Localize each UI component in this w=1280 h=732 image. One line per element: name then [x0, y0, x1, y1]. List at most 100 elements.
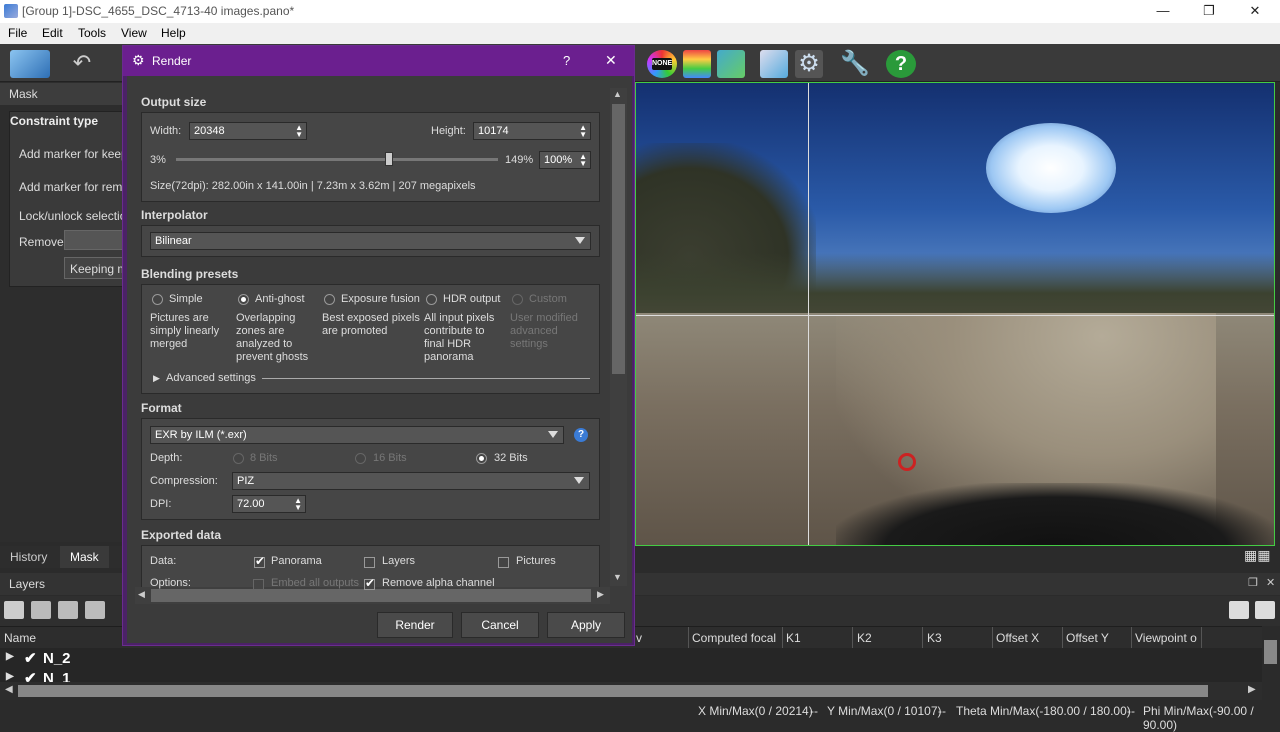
scroll-right-icon[interactable]: ▶: [1248, 684, 1256, 695]
col-name[interactable]: Name: [4, 631, 36, 645]
wrench-icon[interactable]: 🔧: [840, 50, 870, 78]
expand-arrow-icon[interactable]: ▶: [6, 671, 14, 682]
layers-hscroll[interactable]: ◀ ▶: [0, 682, 1262, 700]
vscroll-thumb[interactable]: [1264, 640, 1277, 664]
col-offset-y[interactable]: Offset Y: [1066, 631, 1109, 645]
tab-mask[interactable]: Mask: [60, 546, 109, 568]
height-input[interactable]: 10174 ▲ ▼: [473, 122, 591, 140]
gear-icon[interactable]: ⚙: [795, 50, 823, 78]
panorama-checkbox[interactable]: [254, 554, 265, 568]
col-viewpoint[interactable]: Viewpoint o: [1135, 631, 1197, 645]
keeping-markers-button[interactable]: Keeping markers: [64, 257, 130, 279]
info-icon[interactable]: ?: [574, 428, 588, 442]
hscroll-thumb[interactable]: [151, 589, 591, 602]
radio-anti-ghost[interactable]: [238, 294, 249, 305]
vscroll-thumb[interactable]: [612, 104, 625, 374]
remove-layer-icon[interactable]: [31, 601, 51, 619]
menu-view[interactable]: View: [121, 26, 147, 40]
advanced-settings-toggle[interactable]: Advanced settings: [166, 372, 256, 384]
close-panel-icon[interactable]: ✕: [1266, 576, 1275, 589]
anti-ghost-label[interactable]: Anti-ghost: [255, 293, 305, 305]
dialog-help-button[interactable]: ?: [563, 53, 570, 68]
exposure-icon[interactable]: [683, 50, 711, 78]
radio-32-bits[interactable]: [476, 453, 487, 464]
col-v[interactable]: v: [636, 631, 642, 645]
menu-file[interactable]: File: [8, 26, 27, 40]
dpi-input[interactable]: 72.00 ▲ ▼: [232, 495, 306, 513]
size-slider-track[interactable]: [176, 152, 498, 166]
width-input[interactable]: 20348 ▲ ▼: [189, 122, 307, 140]
radio-hdr-output[interactable]: [426, 294, 437, 305]
expand-arrow-icon[interactable]: ▶: [153, 373, 160, 384]
panorama-viewer[interactable]: [635, 82, 1275, 546]
col-k3[interactable]: K3: [927, 631, 942, 645]
project-icon[interactable]: [10, 50, 50, 78]
close-window-button[interactable]: ✕: [1232, 0, 1278, 23]
spin-arrows-icon[interactable]: ▲ ▼: [579, 124, 587, 139]
scroll-down-icon[interactable]: ▼: [613, 572, 622, 582]
layers-checkbox[interactable]: [364, 557, 375, 568]
restore-button[interactable]: ❐: [1186, 0, 1232, 23]
compression-select[interactable]: PIZ: [232, 472, 590, 490]
col-k1[interactable]: K1: [786, 631, 801, 645]
percent-input[interactable]: 100% ▲ ▼: [539, 151, 591, 169]
float-panel-icon[interactable]: ❐: [1248, 576, 1258, 589]
grid-view-icon[interactable]: ▦▦: [1244, 548, 1276, 564]
remove-alpha-label[interactable]: Remove alpha channel: [382, 577, 495, 589]
table-row[interactable]: ▶ ✔ N_1: [0, 669, 1262, 682]
horizontal-guide[interactable]: [636, 315, 1274, 316]
minimize-button[interactable]: —: [1140, 0, 1186, 23]
col-computed-focal[interactable]: Computed focal: [692, 631, 776, 645]
layers-icon[interactable]: [717, 50, 745, 78]
hscroll-thumb[interactable]: [18, 685, 1208, 697]
view-mode-icon-2[interactable]: [1255, 601, 1275, 619]
layers-vscroll[interactable]: [1262, 626, 1280, 700]
help-icon[interactable]: ?: [886, 50, 916, 78]
chevron-down-icon[interactable]: [575, 237, 585, 244]
scroll-left-icon[interactable]: ◀: [5, 684, 13, 695]
view-mode-icon-1[interactable]: [1229, 601, 1249, 619]
remove-alpha-checkbox[interactable]: [364, 576, 375, 590]
spin-arrows-icon[interactable]: ▲ ▼: [579, 153, 587, 168]
render-button[interactable]: Render: [377, 612, 453, 638]
apply-button[interactable]: Apply: [547, 612, 625, 638]
checkbox-icon[interactable]: ✔: [24, 669, 37, 682]
lock-selection[interactable]: Lock/unlock selection: [19, 209, 133, 223]
chevron-down-icon[interactable]: [548, 431, 558, 438]
spin-arrows-icon[interactable]: ▲ ▼: [294, 497, 302, 512]
expand-arrow-icon[interactable]: ▶: [6, 651, 14, 662]
cancel-button[interactable]: Cancel: [461, 612, 539, 638]
add-layer-icon[interactable]: [4, 601, 24, 619]
edit-layer-icon[interactable]: [58, 601, 78, 619]
col-offset-x[interactable]: Offset X: [996, 631, 1039, 645]
exposure-fusion-label[interactable]: Exposure fusion: [341, 293, 420, 305]
checkbox-icon[interactable]: ✔: [24, 649, 37, 667]
menu-edit[interactable]: Edit: [42, 26, 63, 40]
marker-icon[interactable]: [898, 453, 916, 471]
embed-checkbox[interactable]: [253, 579, 264, 590]
size-slider-thumb[interactable]: [385, 152, 393, 166]
col-k2[interactable]: K2: [857, 631, 872, 645]
scroll-right-icon[interactable]: ▶: [597, 589, 604, 600]
pictures-checkbox[interactable]: [498, 557, 509, 568]
hdr-output-label[interactable]: HDR output: [443, 293, 500, 305]
radio-simple[interactable]: [152, 294, 163, 305]
panorama-label[interactable]: Panorama: [271, 555, 322, 567]
table-row[interactable]: ▶ ✔ N_2: [0, 649, 1262, 667]
menu-tools[interactable]: Tools: [78, 26, 106, 40]
panorama-icon[interactable]: [760, 50, 788, 78]
color-none-icon[interactable]: NONE: [647, 50, 677, 78]
dialog-close-button[interactable]: ✕: [605, 52, 617, 69]
simple-label[interactable]: Simple: [169, 293, 203, 305]
undo-icon[interactable]: ↶: [68, 50, 96, 78]
layer-settings-icon[interactable]: [85, 601, 105, 619]
interpolator-select[interactable]: Bilinear: [150, 232, 591, 250]
scroll-left-icon[interactable]: ◀: [138, 589, 145, 600]
radio-custom[interactable]: [512, 294, 523, 305]
depth-32-label[interactable]: 32 Bits: [494, 452, 528, 464]
tab-history[interactable]: History: [0, 546, 57, 568]
dialog-vscroll[interactable]: ▲ ▼: [610, 88, 627, 586]
layers-label[interactable]: Layers: [382, 555, 415, 567]
pictures-label[interactable]: Pictures: [516, 555, 556, 567]
radio-16-bits[interactable]: [355, 453, 366, 464]
